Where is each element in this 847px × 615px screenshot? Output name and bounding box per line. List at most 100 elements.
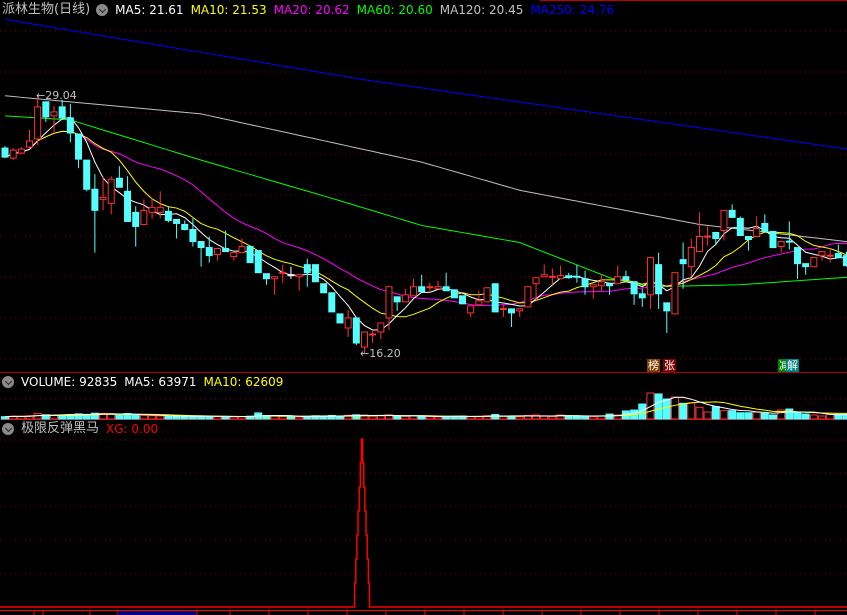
- volume-bar: [548, 416, 557, 420]
- volume-bar: [213, 416, 222, 420]
- candle-body: [712, 231, 720, 240]
- candle-body: [728, 209, 736, 218]
- candle-body: [50, 111, 58, 117]
- volume-bar: [295, 416, 304, 420]
- volume-bar: [818, 415, 826, 420]
- volume-ma5-label: MA5: 63971: [124, 375, 197, 389]
- candle-body: [565, 275, 573, 279]
- candle-body: [173, 218, 181, 224]
- chevron-down-icon[interactable]: [2, 423, 14, 435]
- candle-body: [42, 101, 50, 118]
- volume-bar: [687, 402, 696, 420]
- candle: [810, 257, 818, 268]
- candle-body: [246, 246, 254, 264]
- candle-body: [646, 257, 654, 296]
- candle-body: [524, 286, 532, 308]
- candle: [777, 241, 785, 253]
- candle: [663, 302, 671, 333]
- candle-body: [197, 241, 205, 249]
- candle-body: [843, 255, 847, 267]
- candle-body: [630, 281, 638, 295]
- candle: [761, 214, 769, 232]
- candle: [328, 292, 336, 313]
- candle-body: [418, 286, 426, 293]
- candle: [695, 212, 703, 253]
- candle: [581, 270, 589, 295]
- event-tag-bang[interactable]: 榜: [647, 359, 660, 372]
- volume-bar: [393, 415, 402, 420]
- candle-body: [671, 272, 679, 315]
- indicator-name: 极限反弹黑马: [21, 421, 100, 436]
- candle: [393, 296, 401, 311]
- xg-value-label: XG: 0.00: [106, 422, 159, 436]
- volume-ma10-label: MA10: 62609: [203, 375, 284, 389]
- candle-body: [655, 264, 663, 295]
- kline-chart[interactable]: [0, 0, 847, 615]
- volume-bar: [540, 415, 549, 420]
- candle: [311, 264, 319, 283]
- candle: [475, 290, 483, 306]
- candle-body: [213, 248, 221, 256]
- candle-body: [467, 305, 475, 314]
- candle: [508, 308, 516, 327]
- candle-body: [262, 273, 270, 280]
- candle: [262, 273, 270, 285]
- candle-body: [834, 253, 842, 259]
- volume-bar: [221, 416, 230, 420]
- high-price-value: 29.04: [45, 89, 77, 102]
- candle-body: [148, 206, 156, 213]
- candle-body: [9, 149, 17, 159]
- ma120-label: MA120: 20.45: [439, 3, 524, 17]
- candle: [124, 176, 132, 222]
- candle-body: [597, 281, 605, 287]
- candle-body: [557, 275, 565, 280]
- candle-body: [311, 264, 319, 283]
- candle-body: [34, 106, 42, 140]
- candle: [802, 263, 810, 275]
- candle-body: [369, 333, 377, 336]
- candle: [34, 95, 42, 146]
- volume-bar: [809, 414, 818, 420]
- candle: [548, 268, 556, 285]
- ma20-label: MA20: 20.62: [273, 3, 350, 17]
- candle-body: [606, 283, 614, 287]
- candle-body: [761, 222, 769, 232]
- candle: [687, 238, 695, 277]
- candle-body: [769, 230, 777, 249]
- volume-panel-header: VOLUME: 92835 MA5: 63971 MA10: 62609: [2, 374, 290, 390]
- candle-body: [459, 295, 467, 305]
- candle: [91, 174, 99, 253]
- low-price-annotation: ←16.20: [360, 347, 401, 360]
- volume-bar: [434, 416, 443, 420]
- candle: [173, 218, 181, 239]
- candle-body: [826, 254, 834, 257]
- stock-title: 派林生物(日线): [2, 2, 91, 17]
- candle: [9, 148, 17, 161]
- candle: [66, 103, 74, 143]
- ma250-label: MA250: 24.76: [530, 3, 615, 17]
- volume-bar: [474, 416, 483, 420]
- candle: [655, 252, 663, 309]
- candle-body: [589, 284, 597, 288]
- candle: [352, 317, 360, 346]
- candle: [140, 199, 148, 225]
- candle: [467, 305, 475, 317]
- event-tag-jie[interactable]: 解: [786, 359, 799, 372]
- event-tag-zhang[interactable]: 张: [663, 359, 676, 372]
- candle-body: [1, 147, 9, 158]
- volume-bar: [131, 414, 140, 420]
- candle: [744, 236, 752, 251]
- low-price-value: 16.20: [369, 347, 401, 360]
- volume-bar: [376, 415, 385, 420]
- candle-body: [58, 106, 66, 119]
- candle: [279, 264, 287, 283]
- candle-body: [704, 235, 712, 238]
- volume-bar: [711, 406, 720, 420]
- chevron-down-icon[interactable]: [96, 4, 109, 16]
- candle: [516, 308, 524, 317]
- candle: [401, 288, 409, 303]
- chevron-down-icon[interactable]: [2, 376, 14, 388]
- candle: [320, 283, 328, 294]
- ma60-line: [4, 115, 847, 288]
- volume-bar: [744, 412, 753, 420]
